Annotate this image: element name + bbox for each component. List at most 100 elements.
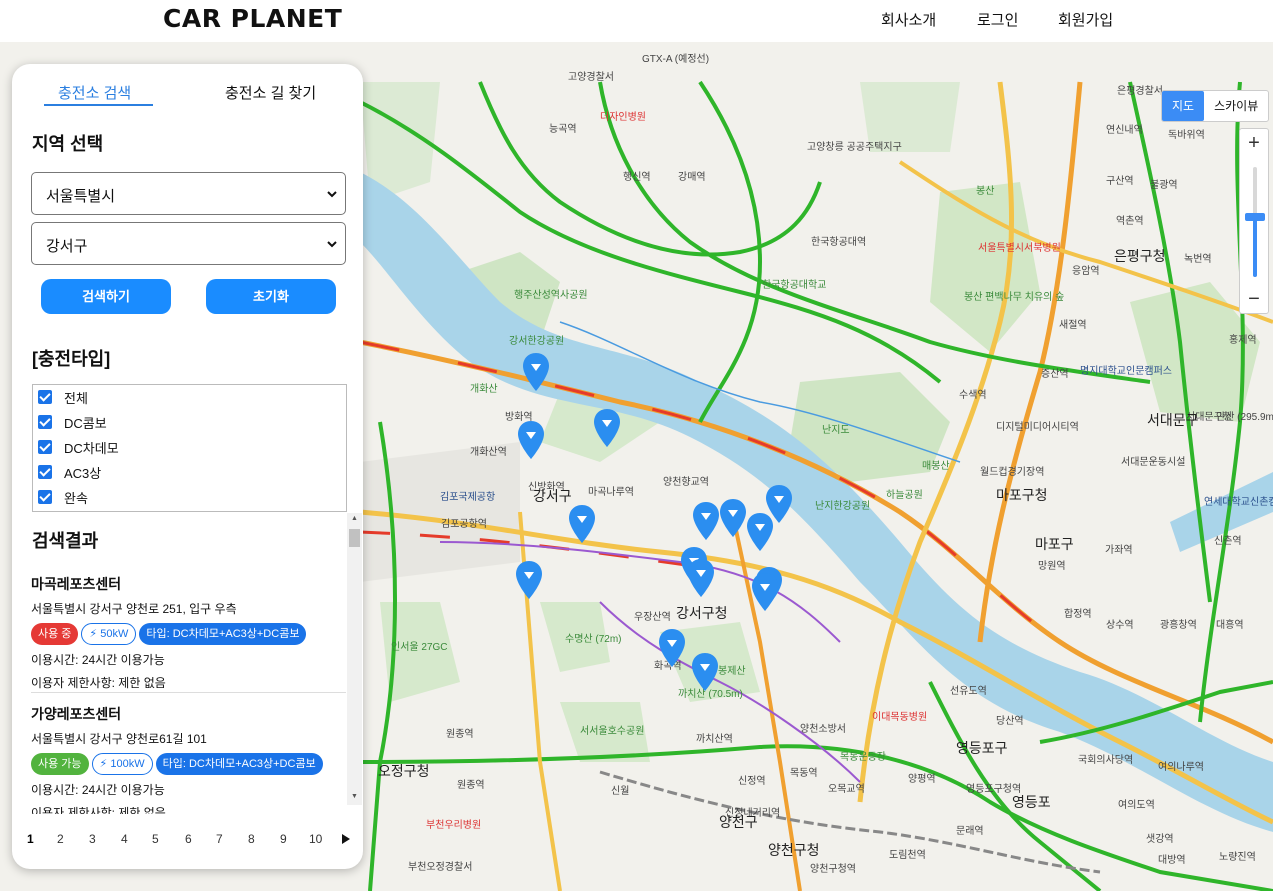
map-label: 강매역	[678, 172, 706, 183]
map-label: GTX-A (예정선)	[642, 54, 710, 65]
result-divider	[31, 692, 346, 693]
map-label: 부천오정경찰서	[408, 862, 473, 873]
map-type-skyview-button[interactable]: 스카이뷰	[1204, 91, 1268, 121]
map-label: 목동운동장	[840, 752, 886, 763]
map-label: 여의나루역	[1158, 762, 1204, 773]
checkbox-checked[interactable]	[38, 465, 52, 479]
map-label: 마포구청	[996, 487, 1048, 503]
page-link[interactable]: 3	[89, 832, 96, 846]
charger-marker-icon[interactable]	[719, 498, 747, 538]
page-link[interactable]: 6	[185, 832, 192, 846]
map-label: 양천구	[719, 814, 758, 830]
scroll-down-arrow-icon[interactable]: ▼	[351, 793, 358, 800]
next-page-arrow-icon[interactable]	[342, 834, 350, 844]
result-item[interactable]: 마곡레포츠센터 서울특별시 강서구 양천로 251, 입구 우측 사용 중 ⚡ …	[31, 574, 346, 691]
charger-marker-icon[interactable]	[517, 420, 545, 460]
city-select[interactable]: 서울특별시	[31, 172, 346, 215]
map-label: 우장산역	[634, 612, 671, 623]
map-label: 강서구	[533, 488, 572, 504]
charge-type-list: 전체 DC콤보 DC차데모 AC3상 완속	[32, 384, 347, 512]
map-label: 능곡역	[549, 124, 577, 135]
power-value: 100kW	[110, 758, 145, 770]
car-planet-logo[interactable]: CAR PLANET	[163, 4, 342, 33]
nav-signup[interactable]: 회원가입	[1058, 9, 1113, 30]
result-item[interactable]: 가양레포츠센터 서울특별시 강서구 양천로61길 101 사용 가능 ⚡ 100…	[31, 704, 346, 814]
map-label: 봉산	[976, 186, 995, 197]
map-label: 광흥창역	[1160, 620, 1197, 631]
page-link[interactable]: 5	[152, 832, 159, 846]
map-label: 개화산역	[470, 447, 507, 458]
charger-marker-icon[interactable]	[593, 408, 621, 448]
charger-marker-icon[interactable]	[568, 504, 596, 544]
map-label: 영등포	[1012, 794, 1051, 810]
map-label: 까치산역	[696, 734, 733, 745]
map-label: 김포국제공항	[440, 492, 496, 503]
type-badge: 타입: DC차데모+AC3상+DC콤보	[139, 623, 307, 645]
map-label: 불광역	[1150, 180, 1178, 191]
zoom-out-button[interactable]: −	[1240, 285, 1268, 313]
lightning-icon: ⚡	[99, 758, 108, 770]
search-button[interactable]: 검색하기	[41, 279, 171, 314]
page-link[interactable]: 8	[248, 832, 255, 846]
page-link[interactable]: 2	[57, 832, 64, 846]
checkbox-checked[interactable]	[38, 390, 52, 404]
result-hours: 이용시간: 24시간 이용가능	[31, 783, 165, 797]
map-label: 서대문구	[1147, 412, 1199, 428]
nav-company-intro[interactable]: 회사소개	[881, 9, 936, 30]
type-option-ac3[interactable]: AC3상	[38, 462, 101, 482]
map-label: 증산역	[1041, 369, 1069, 380]
checkbox-checked[interactable]	[38, 490, 52, 504]
map-label: 망원역	[1038, 561, 1066, 572]
charger-marker-icon[interactable]	[515, 560, 543, 600]
result-address: 서울특별시 강서구 양천로61길 101	[31, 732, 207, 746]
tab-route-finder[interactable]: 충전소 길 찾기	[225, 82, 316, 103]
map-label: 여의도역	[1118, 800, 1155, 811]
lightning-icon: ⚡	[89, 628, 98, 640]
type-option-dc-combo[interactable]: DC콤보	[38, 412, 107, 432]
type-option-all[interactable]: 전체	[38, 387, 88, 407]
city-select-value: 서울특별시	[46, 188, 116, 205]
page-link[interactable]: 9	[280, 832, 287, 846]
map-label: 양천향교역	[663, 477, 709, 488]
map-label: 고양경찰서	[568, 72, 614, 83]
page-link[interactable]: 1	[27, 832, 34, 846]
charger-marker-icon[interactable]	[691, 652, 719, 692]
map-label: 개화산	[470, 384, 498, 395]
map-label: 매봉산	[922, 461, 950, 472]
zoom-in-button[interactable]: +	[1240, 129, 1268, 157]
results-scrollbar[interactable]: ▲ ▼	[347, 513, 362, 805]
map-label: 연세대학교신촌캠퍼스	[1204, 497, 1273, 508]
page-link[interactable]: 7	[216, 832, 223, 846]
charger-marker-icon[interactable]	[692, 501, 720, 541]
map-label: 서울특별시서북병원	[978, 243, 1061, 254]
map-label: 인서울 27GC	[391, 642, 448, 653]
map-label: 고양창릉 공공주택지구	[807, 142, 902, 153]
map-type-map-button[interactable]: 지도	[1162, 91, 1205, 121]
page-link[interactable]: 10	[309, 832, 322, 846]
charger-marker-icon[interactable]	[658, 628, 686, 668]
map-label: 신월	[611, 786, 630, 797]
tab-charger-search[interactable]: 충전소 검색	[58, 82, 131, 103]
checkbox-checked[interactable]	[38, 415, 52, 429]
charger-marker-icon[interactable]	[765, 484, 793, 524]
scroll-up-arrow-icon[interactable]: ▲	[351, 515, 358, 522]
map-label: 행신역	[623, 172, 651, 183]
map-label: 은평경찰서	[1117, 86, 1163, 97]
charger-marker-icon[interactable]	[751, 572, 779, 612]
type-option-dc-chademo[interactable]: DC차데모	[38, 437, 119, 457]
checkbox-checked[interactable]	[38, 440, 52, 454]
map-label: 강서한강공원	[509, 336, 565, 347]
type-option-slow[interactable]: 완속	[38, 487, 88, 507]
map-label: 양천소방서	[800, 724, 846, 735]
page-link[interactable]: 4	[121, 832, 128, 846]
zoom-slider-handle[interactable]	[1245, 213, 1265, 221]
type-badge: 타입: DC차데모+AC3상+DC콤보	[155, 753, 323, 775]
nav-login[interactable]: 로그인	[977, 9, 1018, 30]
scrollbar-thumb[interactable]	[349, 529, 360, 547]
district-select[interactable]: 강서구	[31, 222, 346, 265]
map-label: 안산 (295.9m)	[1216, 412, 1273, 423]
zoom-control: + −	[1239, 128, 1269, 314]
reset-button[interactable]: 초기화	[206, 279, 336, 314]
charger-marker-icon[interactable]	[522, 352, 550, 392]
charger-marker-icon[interactable]	[687, 558, 715, 598]
